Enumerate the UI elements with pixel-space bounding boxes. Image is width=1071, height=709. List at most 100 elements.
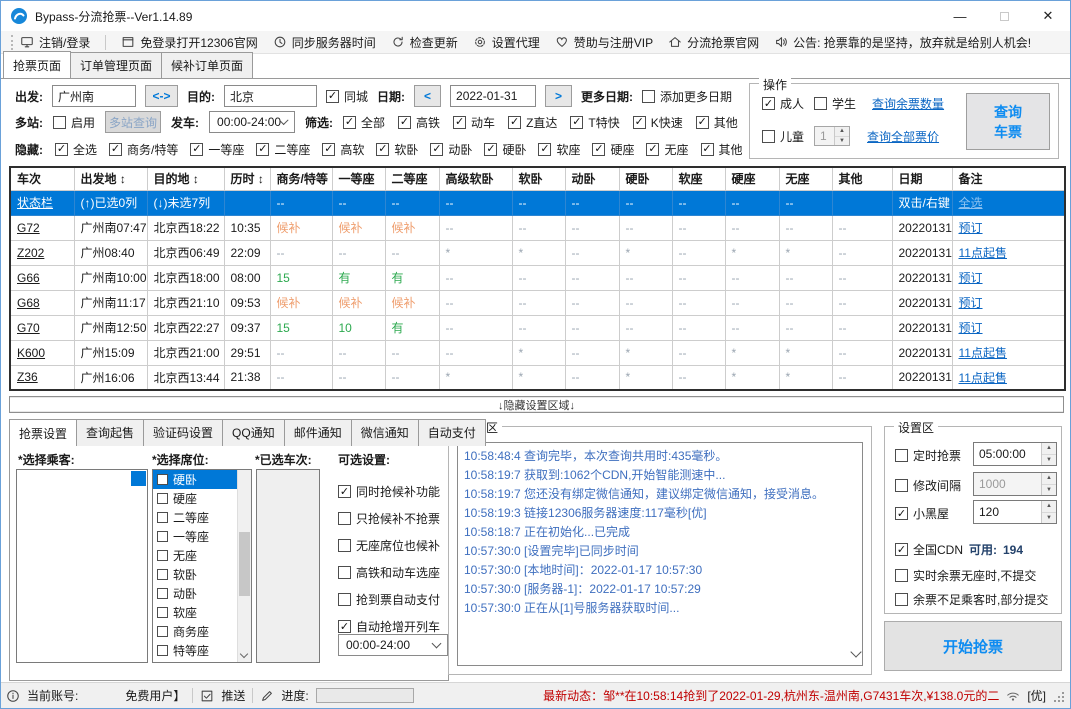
tab-订单管理页面[interactable]: 订单管理页面: [70, 52, 163, 78]
filter-checkbox-Z直达[interactable]: Z直达: [508, 114, 557, 131]
tab-验证码设置[interactable]: 验证码设置: [143, 419, 224, 446]
passenger-list-scroll-thumb[interactable]: [131, 471, 146, 486]
status-cell[interactable]: 全选: [951, 189, 1066, 216]
booking-link[interactable]: 11点起售: [951, 364, 1066, 391]
status-row[interactable]: 状态栏 (↑)已选0列 (↓)未选7列 -- -- -- -- -- -- -- -- -- -- 双击/…: [9, 189, 1066, 216]
column-header[interactable]: 无座: [778, 166, 833, 191]
train-link[interactable]: K600: [9, 339, 75, 366]
hide-checkbox-软卧[interactable]: 软卧: [376, 141, 418, 158]
add-more-dates-checkbox[interactable]: 添加更多日期: [642, 88, 732, 105]
train-link[interactable]: Z36: [9, 364, 75, 391]
push-label[interactable]: 推送: [221, 687, 245, 704]
stepper-arrows[interactable]: ▲ ▼: [1041, 443, 1056, 465]
same-city-checkbox[interactable]: 同城: [326, 88, 368, 105]
tab-抢票设置[interactable]: 抢票设置: [9, 419, 78, 446]
multi-query-button[interactable]: 多站查询: [105, 111, 162, 133]
adult-checkbox[interactable]: 成人: [762, 95, 804, 112]
setting-checkbox-小黑屋[interactable]: 小黑屋: [895, 505, 949, 522]
scroll-up-icon[interactable]: [240, 478, 248, 486]
booking-link[interactable]: 预订: [951, 314, 1066, 341]
start-grab-button[interactable]: 开始抢票: [884, 621, 1062, 671]
column-header[interactable]: 软座: [671, 166, 726, 191]
hide-checkbox-二等座[interactable]: 二等座: [256, 141, 310, 158]
train-link[interactable]: G72: [9, 214, 75, 241]
hide-settings-divider[interactable]: ↓隐藏设置区域↓: [9, 396, 1064, 413]
train-row-K600[interactable]: K600 广州15:09 北京西21:00 29:51 -- -- -- -- * -- * -- * *…: [9, 339, 1066, 366]
tab-抢票页面[interactable]: 抢票页面: [3, 51, 72, 78]
swap-stations-button[interactable]: <->: [145, 85, 178, 107]
cdn-checkbox[interactable]: 全国CDN: [895, 541, 963, 558]
student-checkbox[interactable]: 学生: [814, 95, 856, 112]
tab-微信通知[interactable]: 微信通知: [350, 419, 419, 446]
column-header[interactable]: 软卧: [511, 166, 566, 191]
hide-checkbox-无座[interactable]: 无座: [646, 141, 689, 158]
booking-link[interactable]: 预订: [951, 289, 1066, 316]
prev-date-button[interactable]: <: [414, 85, 442, 107]
tab-QQ通知[interactable]: QQ通知: [222, 419, 285, 446]
scroll-thumb[interactable]: [239, 532, 250, 596]
train-link[interactable]: Z202: [9, 239, 75, 266]
column-header[interactable]: 目的地 ↕: [146, 166, 225, 191]
stepper-arrows[interactable]: ▲ ▼: [1041, 501, 1056, 523]
booking-link[interactable]: 预订: [951, 214, 1066, 241]
hide-checkbox-商务/特等[interactable]: 商务/特等: [109, 141, 178, 158]
column-header[interactable]: 硬卧: [618, 166, 673, 191]
train-row-G72[interactable]: G72 广州南07:47 北京西18:22 10:35 候补 候补 候补 -- -- -- -- --…: [9, 214, 1066, 241]
option-checkbox-同时抢候补功能[interactable]: 同时抢候补功能: [338, 483, 440, 500]
option-checkbox-高铁和动车选座[interactable]: 高铁和动车选座: [338, 564, 440, 581]
toolbar-item-6[interactable]: 分流抢票官网: [668, 34, 759, 51]
setting-field-定时抢票[interactable]: 05:00:00 ▲ ▼: [973, 442, 1057, 466]
seat-list-scrollbar[interactable]: [237, 470, 251, 662]
stepper-arrows[interactable]: ▲ ▼: [1041, 473, 1056, 495]
maximize-button[interactable]: [982, 1, 1026, 31]
hide-checkbox-全选[interactable]: 全选: [55, 141, 97, 158]
column-header[interactable]: 商务/特等: [269, 166, 333, 191]
setting-checkbox-修改间隔[interactable]: 修改间隔: [895, 477, 961, 494]
train-link[interactable]: G68: [9, 289, 75, 316]
filter-checkbox-动车[interactable]: 动车: [453, 114, 495, 131]
close-button[interactable]: ✕: [1026, 1, 1070, 31]
toolbar-item-5[interactable]: 赞助与注册VIP: [555, 34, 653, 51]
column-header[interactable]: 一等座: [331, 166, 386, 191]
column-header[interactable]: 动卧: [564, 166, 620, 191]
depart-time-select[interactable]: 00:00-24:00: [209, 111, 296, 133]
query-tickets-button[interactable]: 查询 车票: [966, 93, 1050, 150]
hide-checkbox-硬座[interactable]: 硬座: [592, 141, 634, 158]
hide-checkbox-其他[interactable]: 其他: [700, 141, 743, 158]
selected-trains-list[interactable]: [256, 469, 320, 663]
grab-time-range-select[interactable]: 00:00-24:00: [338, 634, 448, 656]
hide-checkbox-动卧[interactable]: 动卧: [430, 141, 472, 158]
train-row-G66[interactable]: G66 广州南10:00 北京西18:00 08:00 15 有有 -- -- -- -- -- --…: [9, 264, 1066, 291]
option-checkbox-无座席位也候补[interactable]: 无座席位也候补: [338, 537, 440, 554]
setting-checkbox-定时抢票[interactable]: 定时抢票: [895, 447, 961, 464]
filter-checkbox-T特快[interactable]: T特快: [570, 114, 620, 131]
option-checkbox-自动抢增开列车[interactable]: 自动抢增开列车: [338, 618, 440, 635]
depart-input[interactable]: 广州南: [52, 85, 136, 107]
toolbar-item-3[interactable]: 检查更新: [391, 34, 458, 51]
filter-checkbox-其他[interactable]: 其他: [695, 114, 738, 131]
scroll-down-icon[interactable]: [239, 649, 249, 659]
child-count-stepper[interactable]: 1 ▲ ▼: [814, 126, 851, 146]
dest-input[interactable]: 北京: [224, 85, 317, 107]
tab-查询起售[interactable]: 查询起售: [76, 419, 145, 446]
column-header[interactable]: 历时 ↕: [223, 166, 271, 191]
tab-候补订单页面[interactable]: 候补订单页面: [161, 52, 254, 78]
stepper-arrows[interactable]: ▲ ▼: [834, 127, 850, 145]
option-checkbox-抢到票自动支付[interactable]: 抢到票自动支付: [338, 591, 440, 608]
hide-checkbox-高软[interactable]: 高软: [322, 141, 364, 158]
filter-checkbox-高铁[interactable]: 高铁: [398, 114, 440, 131]
hide-checkbox-软座[interactable]: 软座: [538, 141, 580, 158]
query-remaining-link[interactable]: 查询余票数量: [872, 95, 944, 112]
train-row-G70[interactable]: G70 广州南12:50 北京西22:27 09:37 15 10 有 -- -- -- -- -- -…: [9, 314, 1066, 341]
booking-link[interactable]: 11点起售: [951, 239, 1066, 266]
filter-checkbox-K快速[interactable]: K快速: [632, 114, 683, 131]
column-header[interactable]: 二等座: [384, 166, 440, 191]
booking-link[interactable]: 预订: [951, 264, 1066, 291]
train-row-Z202[interactable]: Z202 广州08:40 北京西06:49 22:09 -- -- -- * * -- * -- * * -…: [9, 239, 1066, 266]
tab-自动支付[interactable]: 自动支付: [417, 419, 486, 446]
date-input[interactable]: 2022-01-31: [450, 85, 537, 107]
filter-checkbox-全部[interactable]: 全部: [343, 114, 385, 131]
train-link[interactable]: G70: [9, 314, 75, 341]
column-header[interactable]: 车次: [9, 166, 75, 191]
child-checkbox[interactable]: 儿童: [762, 128, 804, 145]
